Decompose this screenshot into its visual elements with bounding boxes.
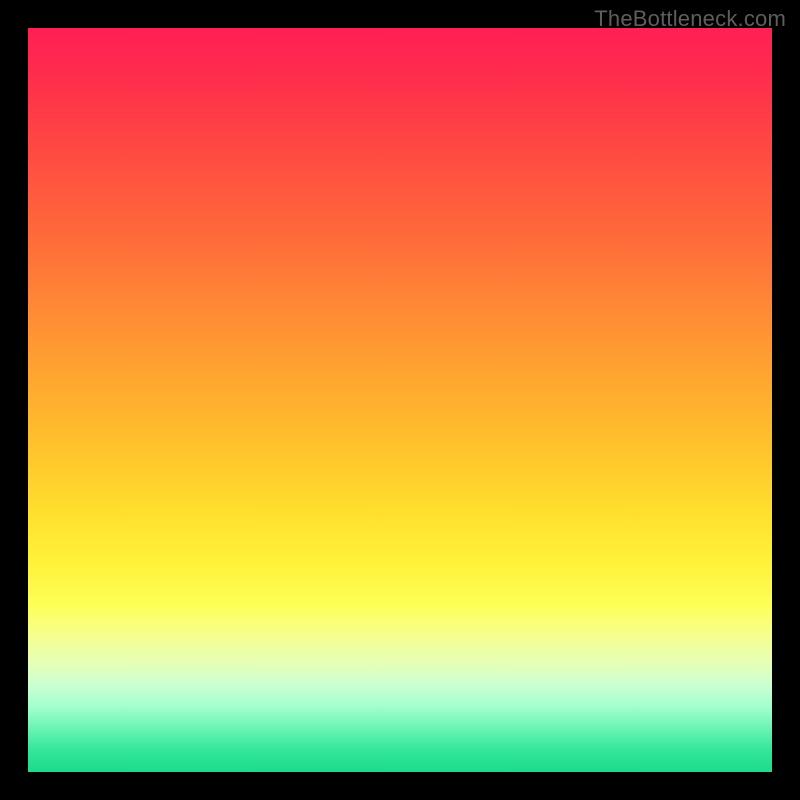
chart-root: TheBottleneck.com: [0, 0, 800, 800]
gradient-background: [28, 28, 772, 772]
plot-area: [28, 28, 772, 772]
